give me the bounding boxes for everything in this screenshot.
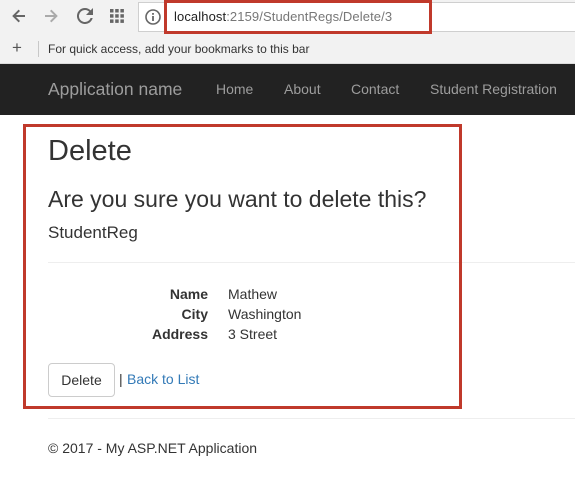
apps-grid-icon[interactable]: [106, 5, 128, 27]
bookmarks-bar: + For quick access, add your bookmarks t…: [0, 34, 575, 64]
nav-link-about[interactable]: About: [284, 81, 321, 97]
bookmarks-hint: For quick access, add your bookmarks to …: [48, 42, 310, 56]
footer-text: © 2017 - My ASP.NET Application: [48, 440, 258, 456]
nav-link-home[interactable]: Home: [216, 81, 253, 97]
nav-link-contact[interactable]: Contact: [351, 81, 399, 97]
footer-divider: [48, 418, 575, 419]
brand-link[interactable]: Application name: [48, 79, 182, 100]
info-icon[interactable]: [145, 9, 161, 25]
content-highlight-annotation: [23, 124, 462, 409]
site-navbar: Application name Home About Contact Stud…: [0, 64, 575, 115]
nav-link-student-registration[interactable]: Student Registration: [430, 81, 557, 97]
back-arrow-icon[interactable]: [8, 5, 30, 27]
forward-arrow-icon[interactable]: [40, 5, 62, 27]
reload-icon[interactable]: [74, 5, 96, 27]
plus-icon[interactable]: +: [12, 38, 22, 58]
bookmarks-divider: [38, 41, 39, 57]
url-highlight-annotation: [164, 0, 432, 34]
